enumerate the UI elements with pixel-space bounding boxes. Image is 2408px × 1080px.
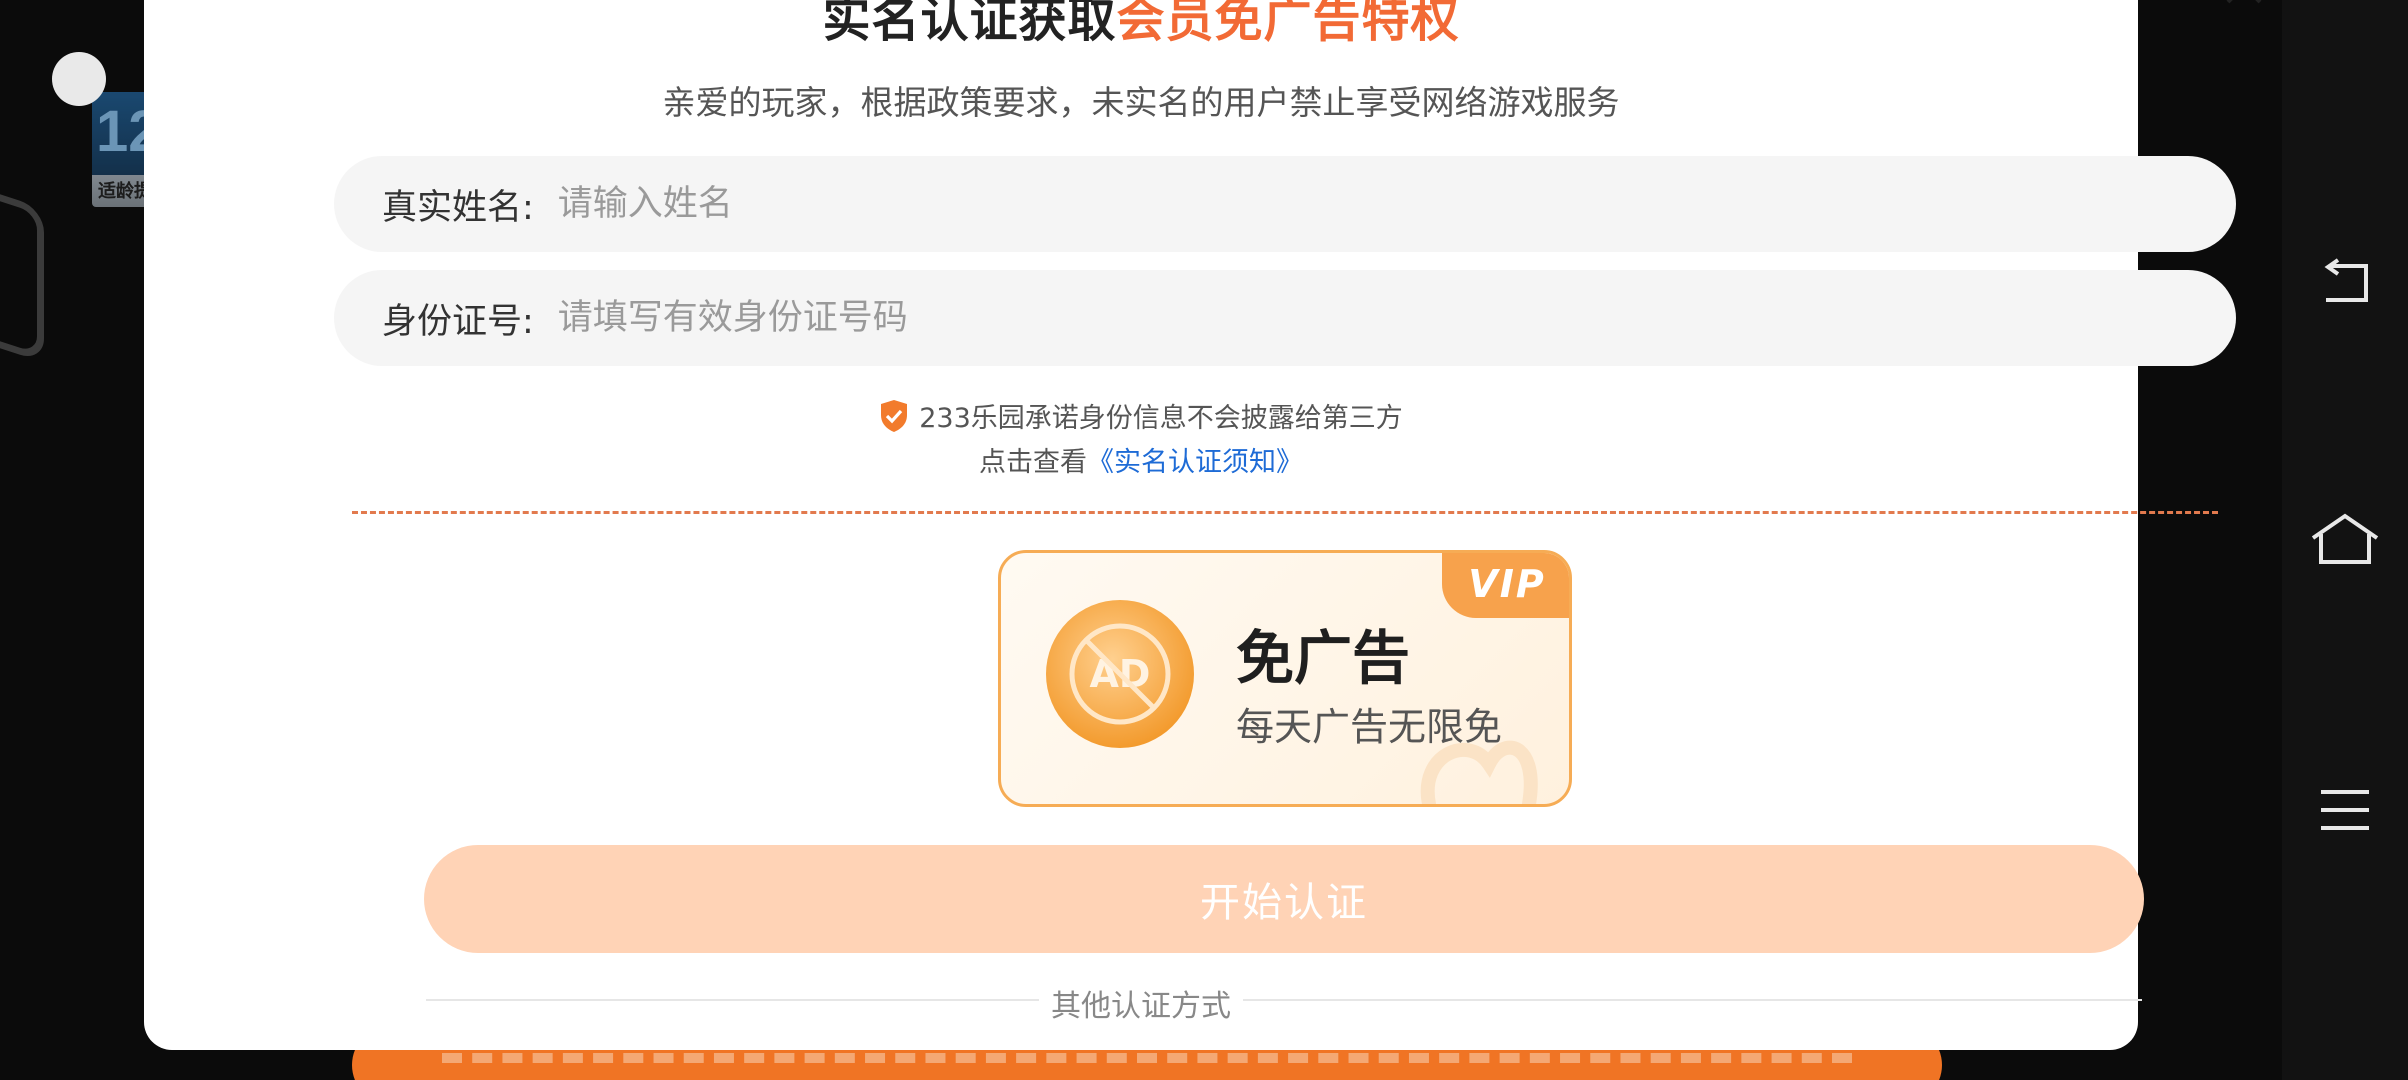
back-icon[interactable]	[2282, 258, 2408, 308]
dialog-title-highlight: 会员免广告特权	[1116, 0, 1460, 48]
background-hexagon	[0, 171, 44, 363]
verification-notice-link[interactable]: 《实名认证须知》	[1087, 447, 1303, 478]
real-name-label: 真实姓名:	[382, 187, 534, 228]
other-methods-link[interactable]: 其他认证方式	[1039, 989, 1243, 1024]
dashed-divider	[352, 511, 2218, 514]
vip-benefit-card: VIP AD 免广告 每天广告无限免	[998, 550, 1572, 807]
system-navigation-bar	[2282, 0, 2408, 1080]
notice-prefix: 点击查看	[979, 447, 1087, 478]
floating-assist-dot[interactable]	[52, 52, 106, 106]
real-name-input[interactable]	[555, 183, 2060, 225]
privacy-promise-text: 233乐园承诺身份信息不会披露给第三方	[919, 403, 1403, 434]
menu-icon[interactable]	[2282, 788, 2408, 832]
vip-card-description: 每天广告无限免	[1236, 705, 1503, 749]
dialog-title-prefix: 实名认证获取	[822, 0, 1117, 48]
real-name-field[interactable]: 真实姓名:	[334, 156, 2236, 252]
vip-tag: VIP	[1442, 553, 1569, 618]
no-ad-icon: AD	[1045, 599, 1195, 749]
close-icon[interactable]	[2222, 0, 2266, 6]
dialog-subtitle: 亲爱的玩家，根据政策要求，未实名的用户禁止享受网络游戏服务	[662, 83, 1620, 122]
shield-check-icon	[879, 399, 909, 440]
id-number-input[interactable]	[555, 297, 2060, 339]
vip-card-title: 免广告	[1236, 624, 1411, 692]
notice-line: 点击查看《实名认证须知》	[144, 440, 2138, 479]
privacy-promise: 233乐园承诺身份信息不会披露给第三方	[144, 396, 2138, 440]
dialog-title: 实名认证获取会员免广告特权	[144, 0, 2138, 50]
start-verification-button[interactable]: 开始认证	[424, 845, 2144, 953]
home-icon[interactable]	[2282, 512, 2408, 566]
id-number-field[interactable]: 身份证号:	[334, 270, 2236, 366]
other-methods: 其他认证方式	[144, 981, 2138, 1025]
id-number-label: 身份证号:	[382, 301, 534, 342]
real-name-verification-dialog: 实名认证获取会员免广告特权 亲爱的玩家，根据政策要求，未实名的用户禁止享受网络游…	[144, 0, 2262, 1050]
